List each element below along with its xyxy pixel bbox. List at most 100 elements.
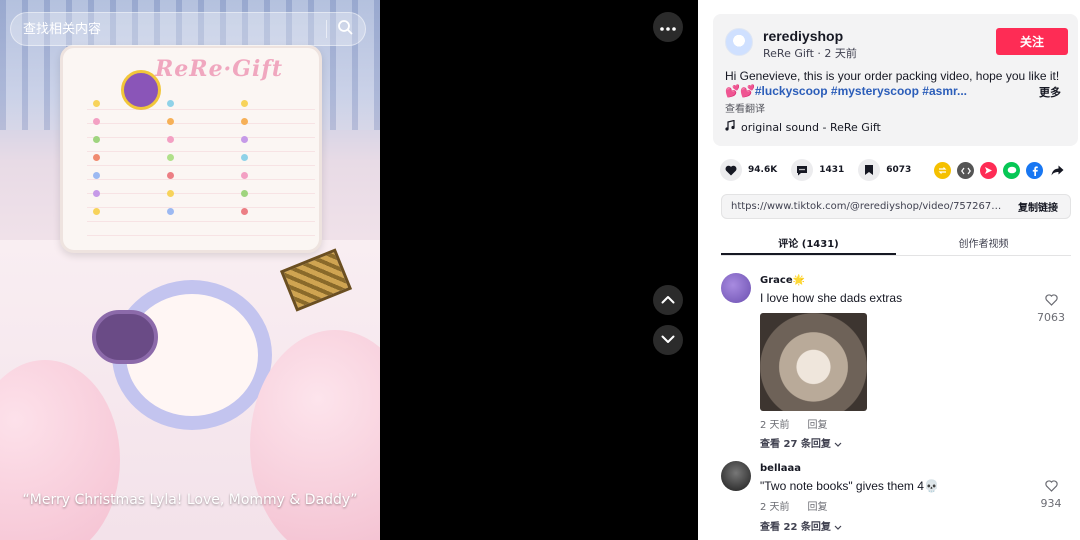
chevron-down-icon xyxy=(661,331,675,349)
chevron-down-icon xyxy=(834,522,842,533)
sound-name: original sound - ReRe Gift xyxy=(741,120,881,134)
bead xyxy=(241,154,248,161)
bead xyxy=(93,118,100,125)
repost-icon[interactable] xyxy=(934,162,951,179)
board-rows xyxy=(87,96,315,246)
chevron-up-icon xyxy=(661,291,675,309)
bead xyxy=(93,100,100,107)
details-panel: rerediyshop ReRe Gift · 2 天前 关注 Hi Genev… xyxy=(698,0,1080,540)
commenter-avatar[interactable] xyxy=(721,461,751,491)
comment-time: 2 天前 xyxy=(760,420,790,431)
comment-like-count: 934 xyxy=(1040,497,1062,510)
bead xyxy=(241,172,248,179)
author-avatar[interactable] xyxy=(725,28,753,56)
comment-item: Grace🌟 I love how she dads extras 2 天前 回… xyxy=(721,273,1071,453)
engagement-stats: 94.6K 1431 6073 xyxy=(720,159,925,181)
chevron-down-icon xyxy=(834,439,842,450)
sound-link[interactable]: original sound - ReRe Gift xyxy=(725,119,881,134)
tiktok-video-page: ReRe·Gift 查找相关内容 “Merry Christmas Lyla! … xyxy=(0,0,1080,540)
more-dots-icon xyxy=(660,18,676,36)
send-icon[interactable] xyxy=(980,162,997,179)
comment-button[interactable]: 1431 xyxy=(791,159,844,181)
reply-button[interactable]: 回复 xyxy=(808,416,828,431)
bead xyxy=(241,136,248,143)
comment-time: 2 天前 xyxy=(760,502,790,513)
video-player[interactable]: ReRe·Gift 查找相关内容 “Merry Christmas Lyla! … xyxy=(0,0,380,540)
follow-button[interactable]: 关注 xyxy=(996,28,1068,55)
author-meta: ReRe Gift · 2 天前 xyxy=(763,47,857,60)
like-count: 94.6K xyxy=(748,165,778,175)
heart-outline-icon xyxy=(1044,479,1058,496)
bead xyxy=(93,190,100,197)
comment-text: I love how she dads extras xyxy=(760,291,903,305)
save-button[interactable]: 6073 xyxy=(858,159,911,181)
bookmark-icon xyxy=(858,159,881,181)
bead xyxy=(93,154,100,161)
copy-link-button[interactable]: 复制链接 xyxy=(1006,199,1070,214)
bead xyxy=(241,208,248,215)
bead xyxy=(241,118,248,125)
bead xyxy=(93,208,100,215)
comment-meta: 2 天前 回复 xyxy=(760,498,828,513)
commenter-username[interactable]: bellaaa xyxy=(760,463,801,474)
post-hashtags[interactable]: 💕💕#luckyscoop #mysteryscoop #asmr... xyxy=(725,84,1025,98)
author-username[interactable]: rerediyshop xyxy=(763,28,843,44)
translate-link[interactable]: 查看翻译 xyxy=(725,100,765,115)
line-icon[interactable] xyxy=(1003,162,1020,179)
bead xyxy=(167,172,174,179)
previous-video-button[interactable] xyxy=(653,285,683,315)
embed-icon[interactable] xyxy=(957,162,974,179)
comment-count: 1431 xyxy=(819,165,845,175)
facebook-icon[interactable] xyxy=(1026,162,1043,179)
comment-item: bellaaa "Two note books" gives them 4💀 2… xyxy=(721,461,1071,533)
comment-like-button[interactable]: 934 xyxy=(1031,479,1071,510)
comment-text: "Two note books" gives them 4💀 xyxy=(760,479,939,493)
comment-meta: 2 天前 回复 xyxy=(760,416,828,431)
bead xyxy=(167,100,174,107)
view-replies-button[interactable]: 查看 27 条回复 xyxy=(760,435,842,450)
heart-outline-icon xyxy=(1044,293,1058,310)
product-board: ReRe·Gift xyxy=(60,45,322,253)
more-button[interactable]: 更多 xyxy=(1039,84,1061,100)
tab-comments[interactable]: 评论 (1431) xyxy=(721,228,896,255)
commenter-avatar[interactable] xyxy=(721,273,751,303)
search-input[interactable] xyxy=(23,21,316,37)
save-count: 6073 xyxy=(886,165,912,175)
comment-like-button[interactable]: 7063 xyxy=(1031,293,1071,324)
comment-like-count: 7063 xyxy=(1037,311,1065,324)
bead xyxy=(241,190,248,197)
bead xyxy=(167,190,174,197)
tab-creator-videos[interactable]: 创作者视频 xyxy=(896,228,1071,255)
video-url[interactable]: https://www.tiktok.com/@rerediyshop/vide… xyxy=(722,201,1006,212)
view-replies-label: 查看 27 条回复 xyxy=(760,439,831,450)
panel-tabs: 评论 (1431) 创作者视频 xyxy=(721,228,1071,256)
reply-button[interactable]: 回复 xyxy=(808,498,828,513)
bead-cup xyxy=(92,310,158,364)
share-icons xyxy=(934,162,1066,179)
commenter-username[interactable]: Grace🌟 xyxy=(760,275,805,286)
view-replies-label: 查看 22 条回复 xyxy=(760,522,831,533)
view-replies-button[interactable]: 查看 22 条回复 xyxy=(760,518,842,533)
search-bar[interactable] xyxy=(10,12,366,46)
bead xyxy=(167,118,174,125)
video-link-box: https://www.tiktok.com/@rerediyshop/vide… xyxy=(721,194,1071,219)
more-options-button[interactable] xyxy=(653,12,683,42)
bead xyxy=(167,136,174,143)
board-title: ReRe·Gift xyxy=(155,56,283,82)
post-description: Hi Genevieve, this is your order packing… xyxy=(725,69,1060,83)
comment-icon xyxy=(791,159,814,181)
next-video-button[interactable] xyxy=(653,325,683,355)
search-icon[interactable] xyxy=(337,19,353,40)
heart-icon xyxy=(720,159,742,181)
comment-cat-image[interactable] xyxy=(760,313,867,411)
share-arrow-icon[interactable] xyxy=(1049,162,1066,179)
post-info-card: rerediyshop ReRe Gift · 2 天前 关注 Hi Genev… xyxy=(713,14,1078,146)
search-divider xyxy=(326,20,327,38)
like-button[interactable]: 94.6K xyxy=(720,159,777,181)
bead xyxy=(93,172,100,179)
bead xyxy=(93,136,100,143)
video-caption: “Merry Christmas Lyla! Love, Mommy & Dad… xyxy=(22,492,358,508)
bead xyxy=(167,208,174,215)
music-note-icon xyxy=(725,119,735,134)
bead xyxy=(167,154,174,161)
